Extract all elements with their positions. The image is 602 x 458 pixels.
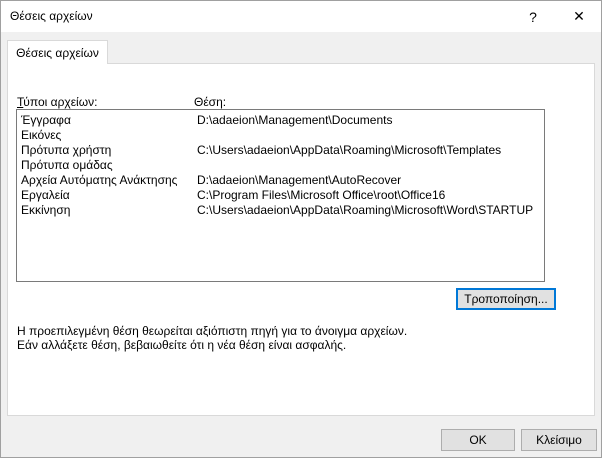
file-type: Εργαλεία <box>21 188 70 202</box>
list-item[interactable]: Έγγραφα D:\adaeion\Management\Documents <box>17 113 544 128</box>
file-locations-dialog: Θέσεις αρχείων ? ✕ Θέσεις αρχείων Τύποι … <box>0 0 602 458</box>
file-location: D:\adaeion\Management\AutoRecover <box>197 173 402 187</box>
close-icon: ✕ <box>573 8 585 24</box>
file-types-column-label: Τύποι αρχείων: <box>17 95 97 109</box>
close-button[interactable]: Κλείσιμο <box>521 429 597 451</box>
file-type: Εικόνες <box>21 128 62 142</box>
list-item[interactable]: Εικόνες <box>17 128 544 143</box>
file-type: Αρχεία Αυτόματης Ανάκτησης <box>21 173 178 187</box>
info-text-safety: Εάν αλλάξετε θέση, βεβαιωθείτε ότι η νέα… <box>17 338 347 352</box>
file-type: Εκκίνηση <box>21 203 71 217</box>
list-item[interactable]: Πρότυπα ομάδας <box>17 158 544 173</box>
tab-label: Θέσεις αρχείων <box>16 45 99 60</box>
file-types-label-text: ύποι αρχείων: <box>23 95 98 109</box>
help-icon: ? <box>529 8 537 25</box>
file-location: C:\Program Files\Microsoft Office\root\O… <box>197 188 446 202</box>
modify-button[interactable]: Τροποποίηση... <box>456 288 556 310</box>
file-type: Πρότυπα ομάδας <box>21 158 113 172</box>
file-location: D:\adaeion\Management\Documents <box>197 113 393 127</box>
file-location: C:\Users\adaeion\AppData\Roaming\Microso… <box>197 203 534 217</box>
list-item[interactable]: Αρχεία Αυτόματης Ανάκτησης D:\adaeion\Ma… <box>17 173 544 188</box>
title-close-button[interactable]: ✕ <box>557 1 601 32</box>
file-locations-list[interactable]: Έγγραφα D:\adaeion\Management\Documents … <box>16 109 545 282</box>
file-type: Έγγραφα <box>21 113 71 127</box>
info-text-trusted: Η προεπιλεγμένη θέση θεωρείται αξιόπιστη… <box>17 324 408 338</box>
list-item[interactable]: Εργαλεία C:\Program Files\Microsoft Offi… <box>17 188 544 203</box>
ok-button[interactable]: OK <box>441 429 515 451</box>
list-item[interactable]: Εκκίνηση C:\Users\adaeion\AppData\Roamin… <box>17 203 544 218</box>
tab-file-locations[interactable]: Θέσεις αρχείων <box>7 40 108 64</box>
dialog-title: Θέσεις αρχείων <box>10 9 93 23</box>
location-column-label: Θέση: <box>194 95 227 109</box>
help-button[interactable]: ? <box>511 1 555 32</box>
file-type: Πρότυπα χρήστη <box>21 143 112 157</box>
file-location: C:\Users\adaeion\AppData\Roaming\Microso… <box>197 143 502 157</box>
list-item[interactable]: Πρότυπα χρήστη C:\Users\adaeion\AppData\… <box>17 143 544 158</box>
title-bar: Θέσεις αρχείων ? ✕ <box>1 1 601 32</box>
